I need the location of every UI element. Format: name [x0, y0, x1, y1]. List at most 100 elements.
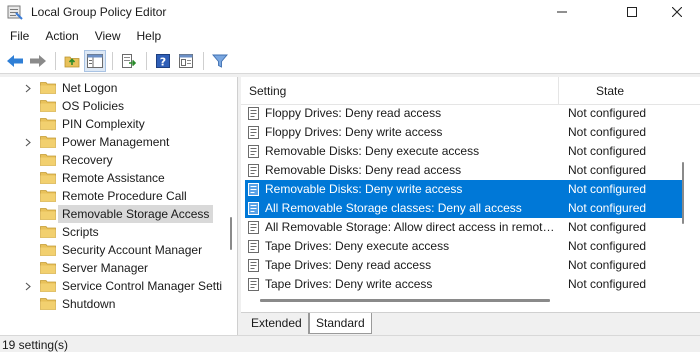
- group-policy-app-icon: [7, 4, 23, 20]
- tree-item[interactable]: Recovery: [0, 151, 237, 169]
- tab-extended[interactable]: Extended: [245, 313, 309, 334]
- policy-setting-name: Removable Disks: Deny write access: [265, 182, 463, 196]
- svg-text:?: ?: [160, 55, 166, 68]
- policy-setting-state: Not configured: [568, 182, 647, 196]
- policy-setting-name: Tape Drives: Deny read access: [265, 258, 432, 272]
- folder-icon: [40, 135, 56, 148]
- tree-item[interactable]: Net Logon: [0, 79, 237, 97]
- close-button[interactable]: [654, 0, 700, 24]
- settings-list-pane[interactable]: Setting State Floppy Drives: Deny read a…: [241, 77, 700, 312]
- menu-action[interactable]: Action: [37, 24, 86, 48]
- toolbar: ?: [0, 48, 700, 74]
- policy-setting-row[interactable]: Removable Disks: Deny write access Not co…: [245, 180, 682, 199]
- tree-item-label: Power Management: [62, 135, 170, 149]
- policy-setting-name: Floppy Drives: Deny write access: [265, 125, 443, 139]
- properties-icon[interactable]: [175, 50, 197, 72]
- policy-setting-row[interactable]: Tape Drives: Deny execute access Not conf…: [245, 237, 682, 256]
- chevron-right-icon[interactable]: [24, 277, 32, 295]
- show-hide-tree-icon[interactable]: [84, 49, 106, 72]
- tree-item[interactable]: Remote Assistance: [0, 169, 237, 187]
- policy-setting-state: Not configured: [568, 163, 647, 177]
- status-text: 19 setting(s): [2, 338, 69, 352]
- status-bar: 19 setting(s): [0, 335, 700, 352]
- policy-setting-icon: [248, 240, 259, 253]
- menu-file[interactable]: File: [2, 24, 37, 48]
- tree-vertical-scrollbar[interactable]: [229, 80, 233, 332]
- policy-setting-row[interactable]: Removable Disks: Deny execute access Not …: [245, 142, 682, 161]
- policy-setting-name: Floppy Drives: Deny read access: [265, 106, 442, 120]
- tree-pane[interactable]: Net Logon OS Policies PIN Complexity Power …: [0, 77, 238, 335]
- policy-setting-icon: [248, 202, 259, 215]
- tree-item[interactable]: Power Management: [0, 133, 237, 151]
- forward-arrow-icon[interactable]: [27, 50, 49, 72]
- folder-icon: [40, 153, 56, 166]
- back-arrow-icon[interactable]: [4, 50, 26, 72]
- minimize-button[interactable]: [539, 0, 585, 24]
- policy-setting-icon: [248, 183, 259, 196]
- column-header-state[interactable]: State: [596, 84, 624, 98]
- window-title: Local Group Policy Editor: [31, 5, 167, 19]
- tree-item[interactable]: Remote Procedure Call: [0, 187, 237, 205]
- policy-setting-icon: [248, 145, 259, 158]
- tree-item-label: Server Manager: [62, 261, 149, 275]
- toolbar-separator: [146, 51, 147, 70]
- tree-item[interactable]: Server Manager: [0, 259, 237, 277]
- tree-item-label: Service Control Manager Setti: [62, 279, 223, 293]
- policy-setting-state: Not configured: [568, 277, 647, 291]
- column-divider[interactable]: [558, 77, 559, 105]
- tree-item-label: Security Account Manager: [62, 243, 203, 257]
- policy-setting-name: Tape Drives: Deny execute access: [265, 239, 450, 253]
- tree-item[interactable]: PIN Complexity: [0, 115, 237, 133]
- tree-item[interactable]: Removable Storage Access: [0, 205, 237, 223]
- menu-view[interactable]: View: [87, 24, 129, 48]
- toolbar-separator: [55, 51, 56, 70]
- tab-standard[interactable]: Standard: [309, 313, 372, 334]
- policy-setting-icon: [248, 221, 259, 234]
- folder-icon: [40, 117, 56, 130]
- tree-scrollbar-thumb[interactable]: [230, 217, 232, 250]
- policy-setting-state: Not configured: [568, 144, 647, 158]
- policy-setting-row[interactable]: Tape Drives: Deny read access Not configu…: [245, 256, 682, 275]
- policy-setting-row[interactable]: Floppy Drives: Deny write access Not conf…: [245, 123, 682, 142]
- policy-setting-icon: [248, 107, 259, 120]
- tree-item-label: Net Logon: [62, 81, 118, 95]
- policy-setting-row[interactable]: Floppy Drives: Deny read access Not confi…: [245, 104, 682, 123]
- menu-help[interactable]: Help: [129, 24, 170, 48]
- tree-item[interactable]: OS Policies: [0, 97, 237, 115]
- tree-item[interactable]: Service Control Manager Setti: [0, 277, 237, 295]
- policy-setting-icon: [248, 278, 259, 291]
- up-folder-icon[interactable]: [61, 50, 83, 72]
- tree-item-label: Remote Procedure Call: [62, 189, 187, 203]
- list-horizontal-scrollbar[interactable]: [260, 299, 550, 302]
- chevron-right-icon[interactable]: [24, 79, 32, 97]
- list-scrollbar-thumb[interactable]: [682, 162, 684, 224]
- filter-icon[interactable]: [209, 50, 231, 72]
- list-vertical-scrollbar[interactable]: [681, 162, 685, 224]
- policy-setting-row[interactable]: All Removable Storage classes: Deny all …: [245, 199, 682, 218]
- policy-setting-row[interactable]: Removable Disks: Deny read access Not con…: [245, 161, 682, 180]
- folder-icon: [40, 279, 56, 292]
- policy-setting-row[interactable]: All Removable Storage: Allow direct acce…: [245, 218, 682, 237]
- tree-item-label: OS Policies: [62, 99, 125, 113]
- column-header-setting[interactable]: Setting: [249, 84, 286, 98]
- maximize-button[interactable]: [609, 0, 655, 24]
- policy-setting-state: Not configured: [568, 220, 647, 234]
- policy-setting-state: Not configured: [568, 258, 647, 272]
- folder-icon: [40, 243, 56, 256]
- folder-icon: [40, 171, 56, 184]
- policy-setting-row[interactable]: Tape Drives: Deny write access Not config…: [245, 275, 682, 294]
- folder-icon: [40, 99, 56, 112]
- policy-setting-state: Not configured: [568, 239, 647, 253]
- folder-icon: [40, 261, 56, 274]
- tree-item[interactable]: Scripts: [0, 223, 237, 241]
- policy-setting-name: All Removable Storage classes: Deny all …: [265, 201, 522, 215]
- tree-item-label: Remote Assistance: [62, 171, 165, 185]
- tree-item-label: PIN Complexity: [62, 117, 145, 131]
- tree-item-label: Scripts: [62, 225, 99, 239]
- policy-setting-name: Tape Drives: Deny write access: [265, 277, 433, 291]
- chevron-right-icon[interactable]: [24, 133, 32, 151]
- help-icon[interactable]: ?: [152, 50, 174, 72]
- tree-item[interactable]: Security Account Manager: [0, 241, 237, 259]
- export-list-icon[interactable]: [118, 50, 140, 72]
- tree-item[interactable]: Shutdown: [0, 295, 237, 313]
